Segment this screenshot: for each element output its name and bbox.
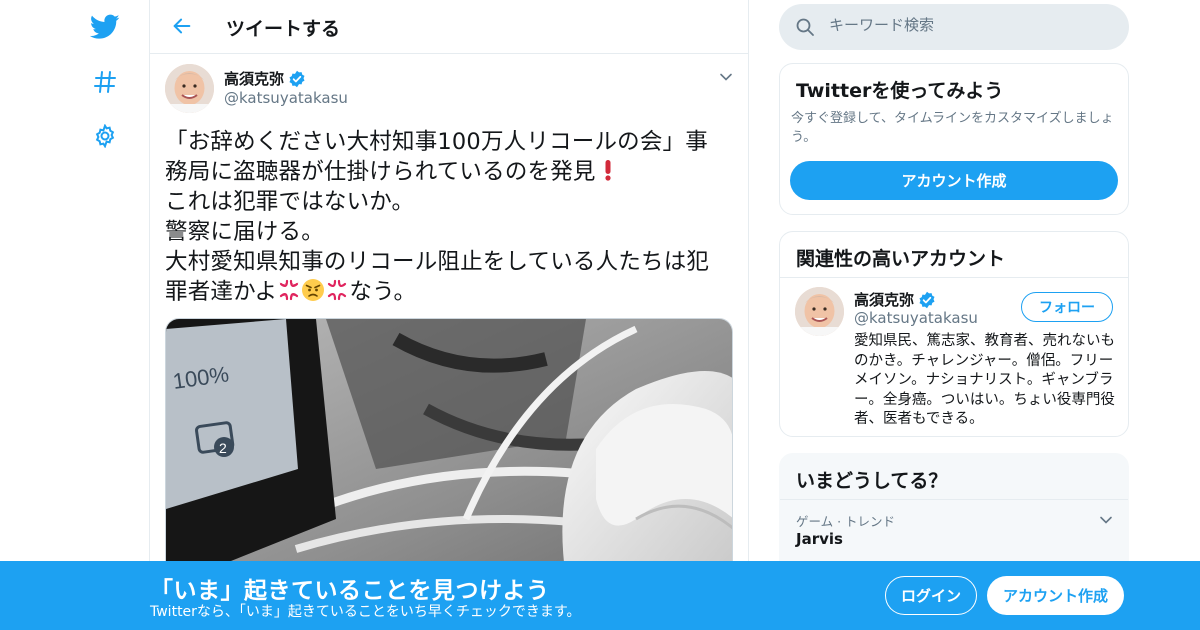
tweet-line: 務局に盗聴器が仕掛けられているのを発見 xyxy=(165,157,735,187)
svg-text:2: 2 xyxy=(219,440,227,456)
app: ツイートする 高須克弥 @katsuyatakasu 「お辞めください大村知事1… xyxy=(0,0,1200,630)
tweet-photo-image: 100% 2 xyxy=(166,319,732,577)
anger-symbol-emoji xyxy=(277,278,301,302)
banner-title: 「いま」起きていることを見つけよう xyxy=(150,578,550,604)
search-box[interactable] xyxy=(779,4,1129,50)
chevron-down-icon[interactable] xyxy=(1096,510,1116,530)
related-accounts-card: 関連性の高いアカウント 高須克弥 @katsuyatakasu フォロー 愛知県… xyxy=(779,231,1129,437)
follow-button[interactable]: フォロー xyxy=(1021,292,1113,322)
left-nav xyxy=(0,0,150,630)
tweet-line-text: 務局に盗聴器が仕掛けられているのを発見 xyxy=(165,159,596,185)
trend-name: Jarvis xyxy=(796,530,843,548)
signup-card-description: 今すぐ登録して、タイムラインをカスタマイズしましょう。 xyxy=(791,111,1114,145)
author-name-text: 高須克弥 xyxy=(224,70,285,88)
angry-face-emoji xyxy=(301,278,325,302)
related-card-title: 関連性の高いアカウント xyxy=(796,248,1006,270)
author-name[interactable]: 高須克弥 xyxy=(224,68,306,89)
related-account-name-text: 高須克弥 xyxy=(854,291,915,309)
author-avatar[interactable] xyxy=(165,64,214,113)
tweet-line: これは犯罪ではないか。 xyxy=(165,189,415,215)
trend-category: ゲーム · トレンド xyxy=(796,514,896,529)
author-handle[interactable]: @katsuyatakasu xyxy=(224,89,348,107)
tweet-line: 罪者達かよ なう。 xyxy=(165,277,735,307)
signup-banner: 「いま」起きていることを見つけよう Twitterなら、「いま」起きていることを… xyxy=(0,561,1200,630)
chevron-down-icon[interactable] xyxy=(716,67,736,87)
page-title: ツイートする xyxy=(226,18,341,40)
tweet-header: ツイートする xyxy=(150,0,748,54)
search-icon xyxy=(795,17,815,37)
verified-badge-icon xyxy=(918,291,936,309)
banner-create-account-button[interactable]: アカウント作成 xyxy=(987,576,1124,615)
create-account-button[interactable]: アカウント作成 xyxy=(790,161,1118,200)
tweet-column: ツイートする 高須克弥 @katsuyatakasu 「お辞めください大村知事1… xyxy=(149,0,749,630)
trends-card-title: いまどうしてる？ xyxy=(796,470,948,492)
related-account-handle[interactable]: @katsuyatakasu xyxy=(854,309,978,327)
tweet-text: 「お辞めください大村知事100万人リコールの会」事 務局に盗聴器が仕掛けられてい… xyxy=(165,127,735,307)
tweet-line-text: 罪者達かよ xyxy=(165,279,278,305)
related-account-bio: 愛知県民、篤志家、教育者、売れないものかき。チャレンジャー。僧侶。フリーメイソン… xyxy=(854,333,1115,427)
tweet-photo[interactable]: 100% 2 xyxy=(165,318,733,578)
tweet-line: 警察に届ける。 xyxy=(165,219,324,245)
tweet-line: 大村愛知県知事のリコール阻止をしている人たちは犯 xyxy=(165,249,710,275)
trend-item[interactable]: ゲーム · トレンド Jarvis xyxy=(780,500,1128,560)
red-exclamation-emoji xyxy=(596,158,620,182)
tweet-line-text: なう。 xyxy=(349,279,417,305)
signup-card-title: Twitterを使ってみよう xyxy=(796,80,1004,102)
search-input[interactable] xyxy=(829,16,1109,34)
settings-gear-icon[interactable] xyxy=(88,119,122,153)
signup-card: Twitterを使ってみよう 今すぐ登録して、タイムラインをカスタマイズしましょ… xyxy=(779,63,1129,215)
related-account-name[interactable]: 高須克弥 xyxy=(854,289,936,310)
divider xyxy=(780,277,1128,278)
back-arrow-icon[interactable] xyxy=(168,12,196,40)
related-account-avatar[interactable] xyxy=(795,287,844,336)
verified-badge-icon xyxy=(288,70,306,88)
tweet-line: 「お辞めください大村知事100万人リコールの会」事 xyxy=(165,129,708,155)
anger-symbol-emoji xyxy=(325,278,349,302)
hashtag-icon[interactable] xyxy=(88,65,122,99)
login-button[interactable]: ログイン xyxy=(885,576,977,615)
banner-subtitle: Twitterなら、「いま」起きていることをいち早くチェックできます。 xyxy=(150,604,581,620)
twitter-bird-icon[interactable] xyxy=(88,10,122,44)
